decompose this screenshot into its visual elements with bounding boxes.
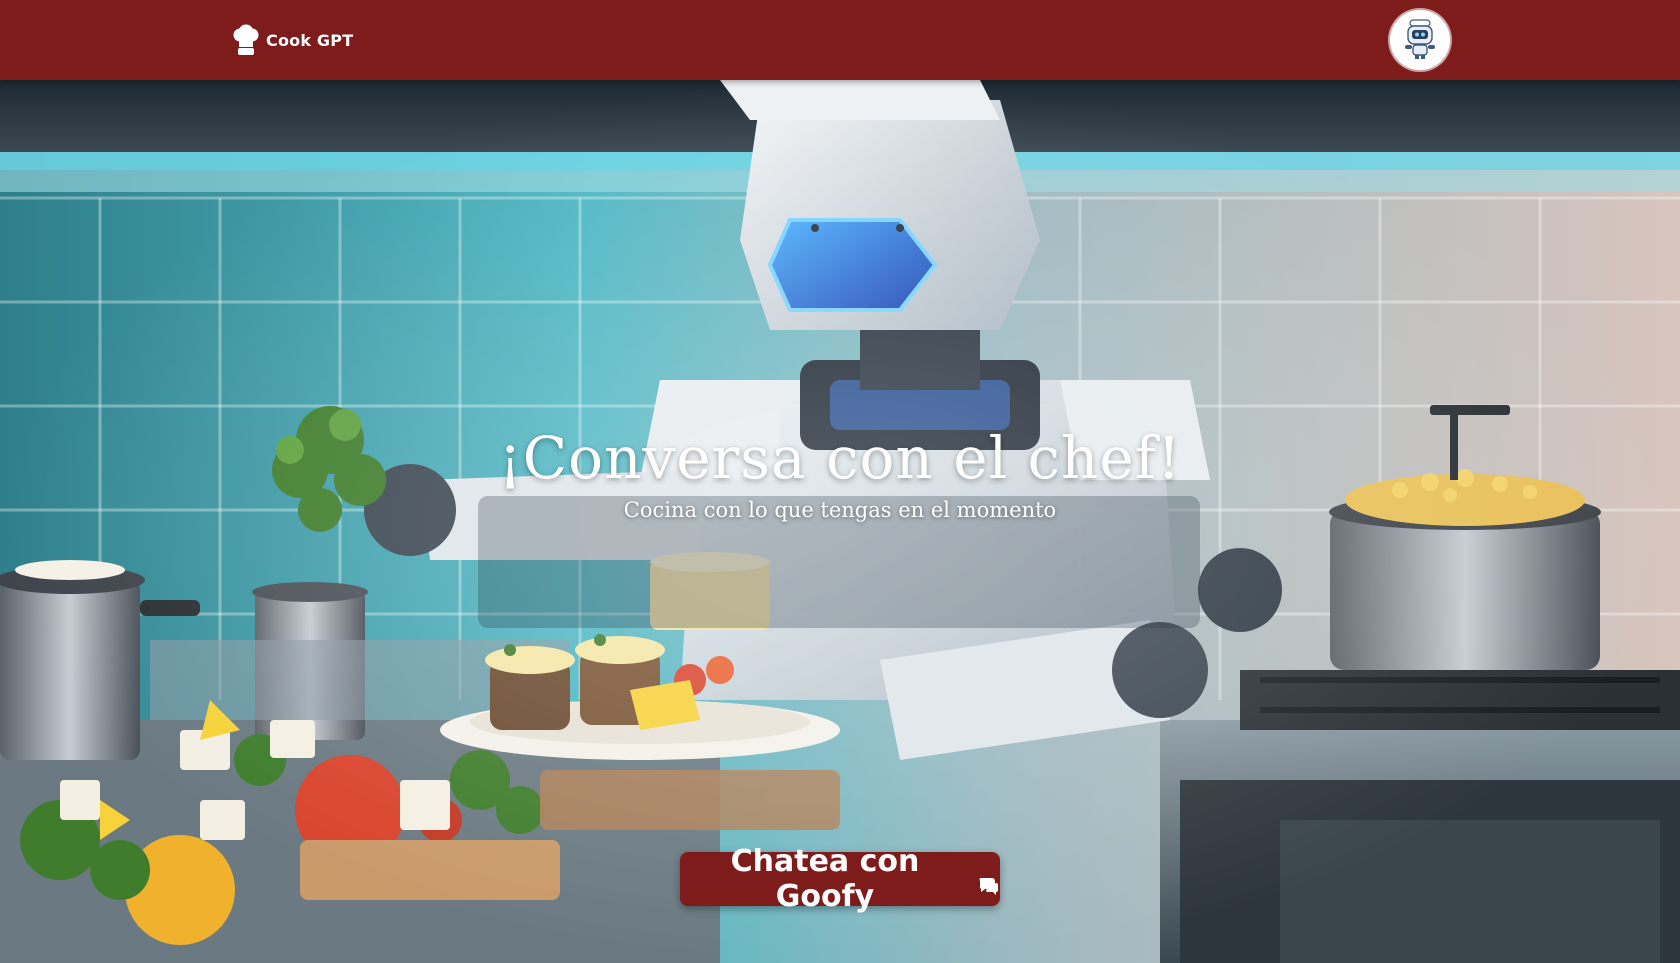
chef-hat-icon bbox=[232, 24, 260, 56]
chat-with-goofy-button[interactable]: Chatea con Goofy bbox=[680, 844, 1000, 914]
hero-subtitle: Cocina con lo que tengas en el momento bbox=[623, 498, 1057, 522]
navbar: Cook GPT bbox=[0, 0, 1680, 80]
hero-title: ¡Conversa con el chef! bbox=[498, 424, 1182, 492]
page: Cook GPT ¡Conversa con el chef! Cocina c… bbox=[0, 0, 1680, 963]
brand-link[interactable]: Cook GPT bbox=[232, 22, 353, 58]
cta-label: Chatea con Goofy bbox=[730, 844, 920, 914]
brand-label: Cook GPT bbox=[266, 30, 354, 50]
avatar[interactable] bbox=[1390, 10, 1450, 70]
chat-bubbles-icon bbox=[978, 869, 1000, 895]
robot-avatar-icon bbox=[1396, 14, 1444, 66]
